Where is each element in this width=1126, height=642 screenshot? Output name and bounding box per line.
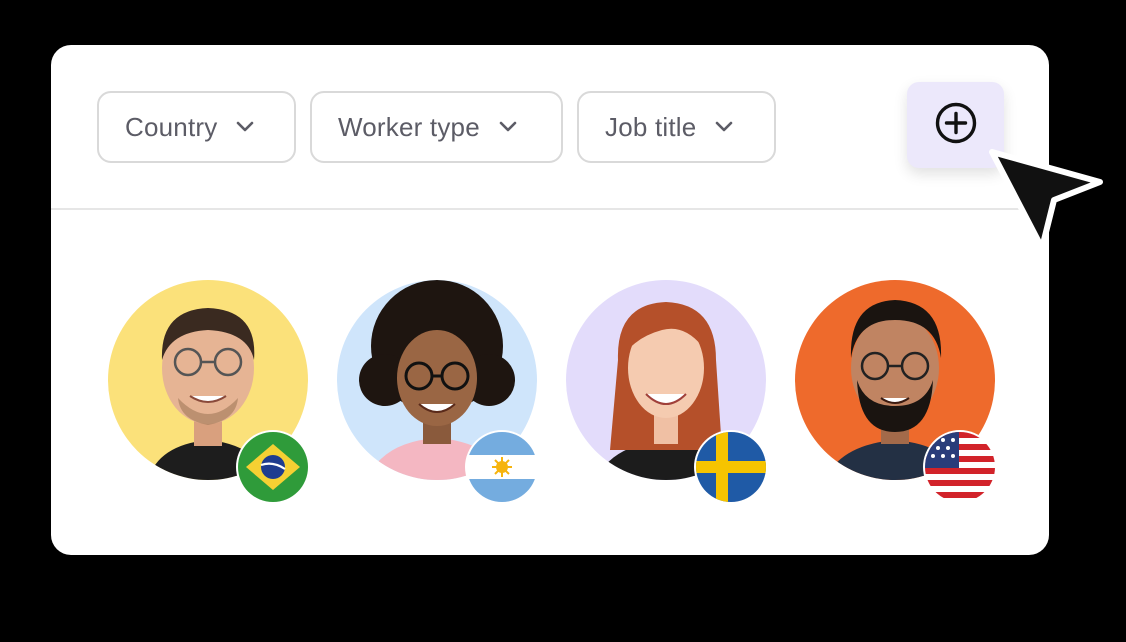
brazil-flag-icon (236, 430, 310, 504)
country-filter-label: Country (125, 111, 218, 142)
people-filter-card: Country Worker type Job title (51, 45, 1049, 555)
add-filter-button[interactable] (907, 82, 1004, 168)
chevron-down-icon (235, 117, 255, 137)
sweden-flag-icon (694, 430, 768, 504)
worker-avatar-list (51, 210, 1049, 555)
country-filter-dropdown[interactable]: Country (97, 91, 296, 163)
stage: Country Worker type Job title (0, 0, 1126, 642)
worker-avatar[interactable] (566, 280, 768, 504)
worker-type-filter-dropdown[interactable]: Worker type (310, 91, 563, 163)
chevron-down-icon (498, 117, 518, 137)
worker-type-filter-label: Worker type (338, 111, 480, 142)
chevron-down-icon (714, 117, 734, 137)
job-title-filter-label: Job title (605, 111, 697, 142)
filter-bar: Country Worker type Job title (51, 45, 1049, 210)
worker-avatar[interactable] (337, 280, 539, 504)
worker-avatar[interactable] (108, 280, 310, 504)
job-title-filter-dropdown[interactable]: Job title (577, 91, 776, 163)
usa-flag-icon (923, 430, 997, 504)
plus-circle-icon (934, 101, 978, 150)
worker-avatar[interactable] (795, 280, 997, 504)
argentina-flag-icon (465, 430, 539, 504)
